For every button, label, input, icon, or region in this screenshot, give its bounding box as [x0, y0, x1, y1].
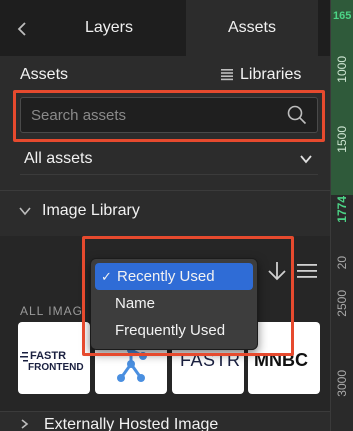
- top-tab-bar: Layers Assets: [0, 0, 330, 56]
- assets-title: Assets: [20, 66, 69, 83]
- ruler-label: 1500: [335, 126, 349, 153]
- chevron-down-icon: [19, 207, 31, 216]
- menu-highlight-box: [82, 236, 294, 356]
- chevron-down-icon: [300, 154, 312, 163]
- libraries-label: Libraries: [240, 66, 302, 83]
- thumbnail-text: FRONTEND: [28, 362, 84, 373]
- ruler-label: 1774: [335, 196, 349, 223]
- image-library-header[interactable]: Image Library: [18, 202, 140, 220]
- back-chevron-icon[interactable]: [14, 20, 32, 38]
- image-thumbnail[interactable]: FASTR FRONTEND: [18, 322, 90, 394]
- all-images-label: ALL IMAG: [20, 304, 83, 318]
- asset-filter-select[interactable]: All assets: [20, 143, 318, 175]
- thumbnail-text: FASTR: [30, 350, 67, 362]
- tab-layers[interactable]: Layers: [46, 0, 172, 56]
- ruler-label: 1000: [335, 56, 349, 83]
- externally-hosted-header[interactable]: Externally Hosted Image: [0, 411, 330, 431]
- vertical-ruler: 165 1000 1500 1774 20 2500 3000: [330, 0, 353, 431]
- search-highlight-box: [13, 90, 325, 142]
- tab-assets[interactable]: Assets: [186, 0, 318, 56]
- tab-layers-label: Layers: [84, 19, 134, 36]
- ruler-selection-band: [331, 0, 353, 195]
- externally-hosted-title: Externally Hosted Image: [44, 416, 219, 431]
- image-library-title: Image Library: [42, 202, 140, 219]
- sort-options-icon[interactable]: [296, 262, 318, 282]
- asset-filter-value: All assets: [24, 149, 93, 167]
- ruler-label: 20: [335, 256, 349, 270]
- ruler-label: 2500: [335, 290, 349, 317]
- ruler-top-number: 165: [333, 10, 352, 22]
- divider: [0, 190, 330, 191]
- chevron-right-icon: [21, 419, 29, 429]
- ruler-label: 3000: [335, 370, 349, 397]
- tab-assets-label: Assets: [227, 19, 276, 36]
- library-list-icon: [221, 69, 233, 81]
- libraries-button[interactable]: Libraries: [220, 64, 301, 86]
